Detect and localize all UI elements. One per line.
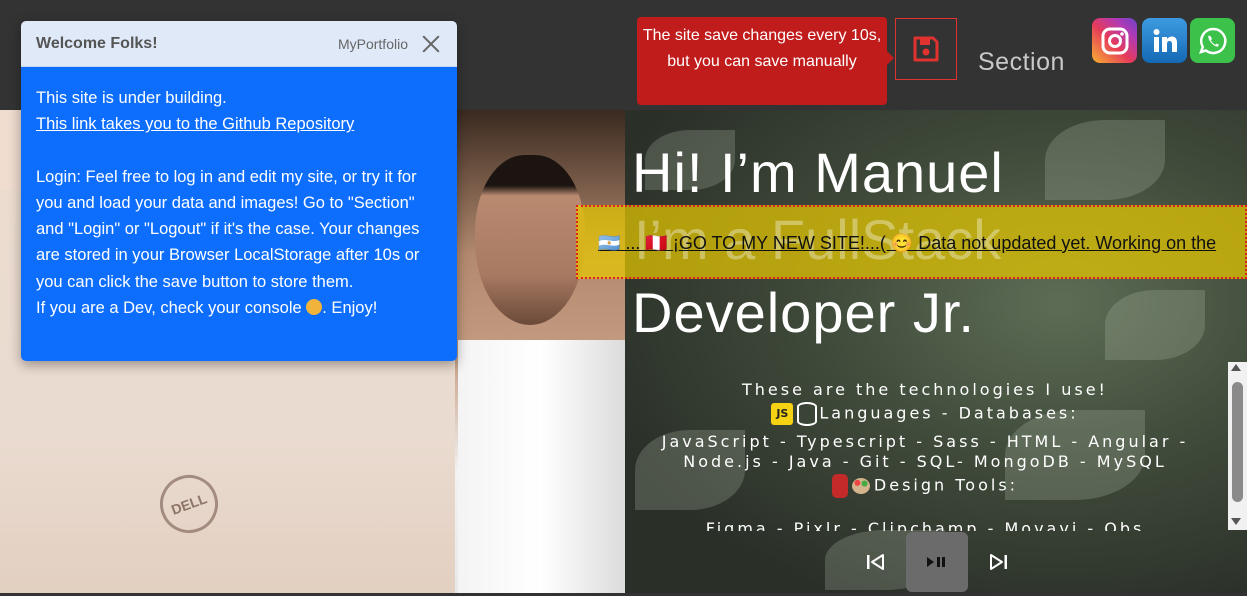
languages-list: JavaScript - Typescript - Sass - HTML - … bbox=[661, 432, 1189, 471]
javascript-icon: JS bbox=[771, 403, 794, 425]
palette-icon bbox=[851, 478, 870, 494]
toast-body: This site is under building. This link t… bbox=[21, 67, 457, 361]
whatsapp-icon bbox=[1198, 27, 1227, 54]
toast-header: Welcome Folks! MyPortfolio bbox=[21, 21, 457, 67]
save-tooltip: The site save changes every 10s, but you… bbox=[637, 17, 894, 105]
previous-button[interactable] bbox=[862, 532, 890, 592]
technologies-section: These are the technologies I use! JS Lang… bbox=[640, 380, 1210, 498]
play-pause-icon bbox=[927, 557, 945, 567]
instagram-icon bbox=[1101, 27, 1128, 54]
design-heading-row: Design Tools: bbox=[640, 474, 1210, 498]
floppy-disk-icon bbox=[913, 36, 939, 62]
welcome-toast: Welcome Folks! MyPortfolio This site is … bbox=[21, 21, 457, 361]
linkedin-link[interactable] bbox=[1142, 18, 1187, 63]
figma-icon bbox=[831, 474, 848, 498]
skip-next-icon bbox=[990, 554, 1007, 570]
person-face bbox=[475, 155, 585, 325]
github-repo-link[interactable]: This link takes you to the Github Reposi… bbox=[36, 115, 354, 133]
linkedin-icon bbox=[1153, 28, 1177, 52]
whatsapp-link[interactable] bbox=[1190, 18, 1235, 63]
toast-brand: MyPortfolio bbox=[337, 35, 408, 52]
toast-login-text: Login: Feel free to log in and edit my s… bbox=[36, 167, 420, 291]
skip-previous-icon bbox=[867, 554, 884, 570]
scroll-up-arrow-icon[interactable] bbox=[1231, 364, 1241, 371]
scroll-down-arrow-icon[interactable] bbox=[1231, 518, 1241, 525]
new-site-ticker[interactable]: I’m a FullStack 🇦🇷 ... 🇵🇪 ¡GO TO MY NEW … bbox=[576, 205, 1247, 279]
close-icon[interactable] bbox=[420, 33, 442, 55]
design-heading: Design Tools: bbox=[873, 475, 1019, 495]
toast-enjoy: . Enjoy! bbox=[322, 299, 378, 318]
languages-heading: Languages - Databases: bbox=[819, 403, 1079, 423]
toast-dev-text: If you are a Dev, check your console bbox=[36, 299, 302, 318]
next-button[interactable] bbox=[984, 532, 1012, 592]
play-pause-button[interactable] bbox=[906, 532, 968, 592]
toast-line-building: This site is under building. bbox=[36, 89, 227, 107]
person-shirt bbox=[458, 340, 625, 593]
database-icon bbox=[797, 402, 818, 426]
hero-title-line1: Hi! I’m Manuel bbox=[632, 141, 1004, 204]
tech-intro: These are the technologies I use! bbox=[742, 380, 1108, 399]
toast-title: Welcome Folks! bbox=[36, 34, 158, 52]
section-menu-link[interactable]: Section bbox=[978, 48, 1065, 77]
scroll-thumb[interactable] bbox=[1232, 382, 1243, 502]
save-button[interactable] bbox=[895, 18, 957, 80]
hero-title-line3: Developer Jr. bbox=[632, 281, 975, 344]
smiley-icon bbox=[306, 299, 323, 316]
instagram-link[interactable] bbox=[1092, 18, 1137, 63]
toast-dev-row: If you are a Dev, check your console . E… bbox=[36, 295, 442, 321]
design-tools-list: Figma - Pixlr - Clipchamp - Movavi - Obs bbox=[705, 519, 1145, 531]
new-site-link[interactable]: 🇦🇷 ... 🇵🇪 ¡GO TO MY NEW SITE!...( 😊 Data… bbox=[598, 233, 1216, 254]
languages-heading-row: JS Languages - Databases: bbox=[640, 402, 1210, 426]
